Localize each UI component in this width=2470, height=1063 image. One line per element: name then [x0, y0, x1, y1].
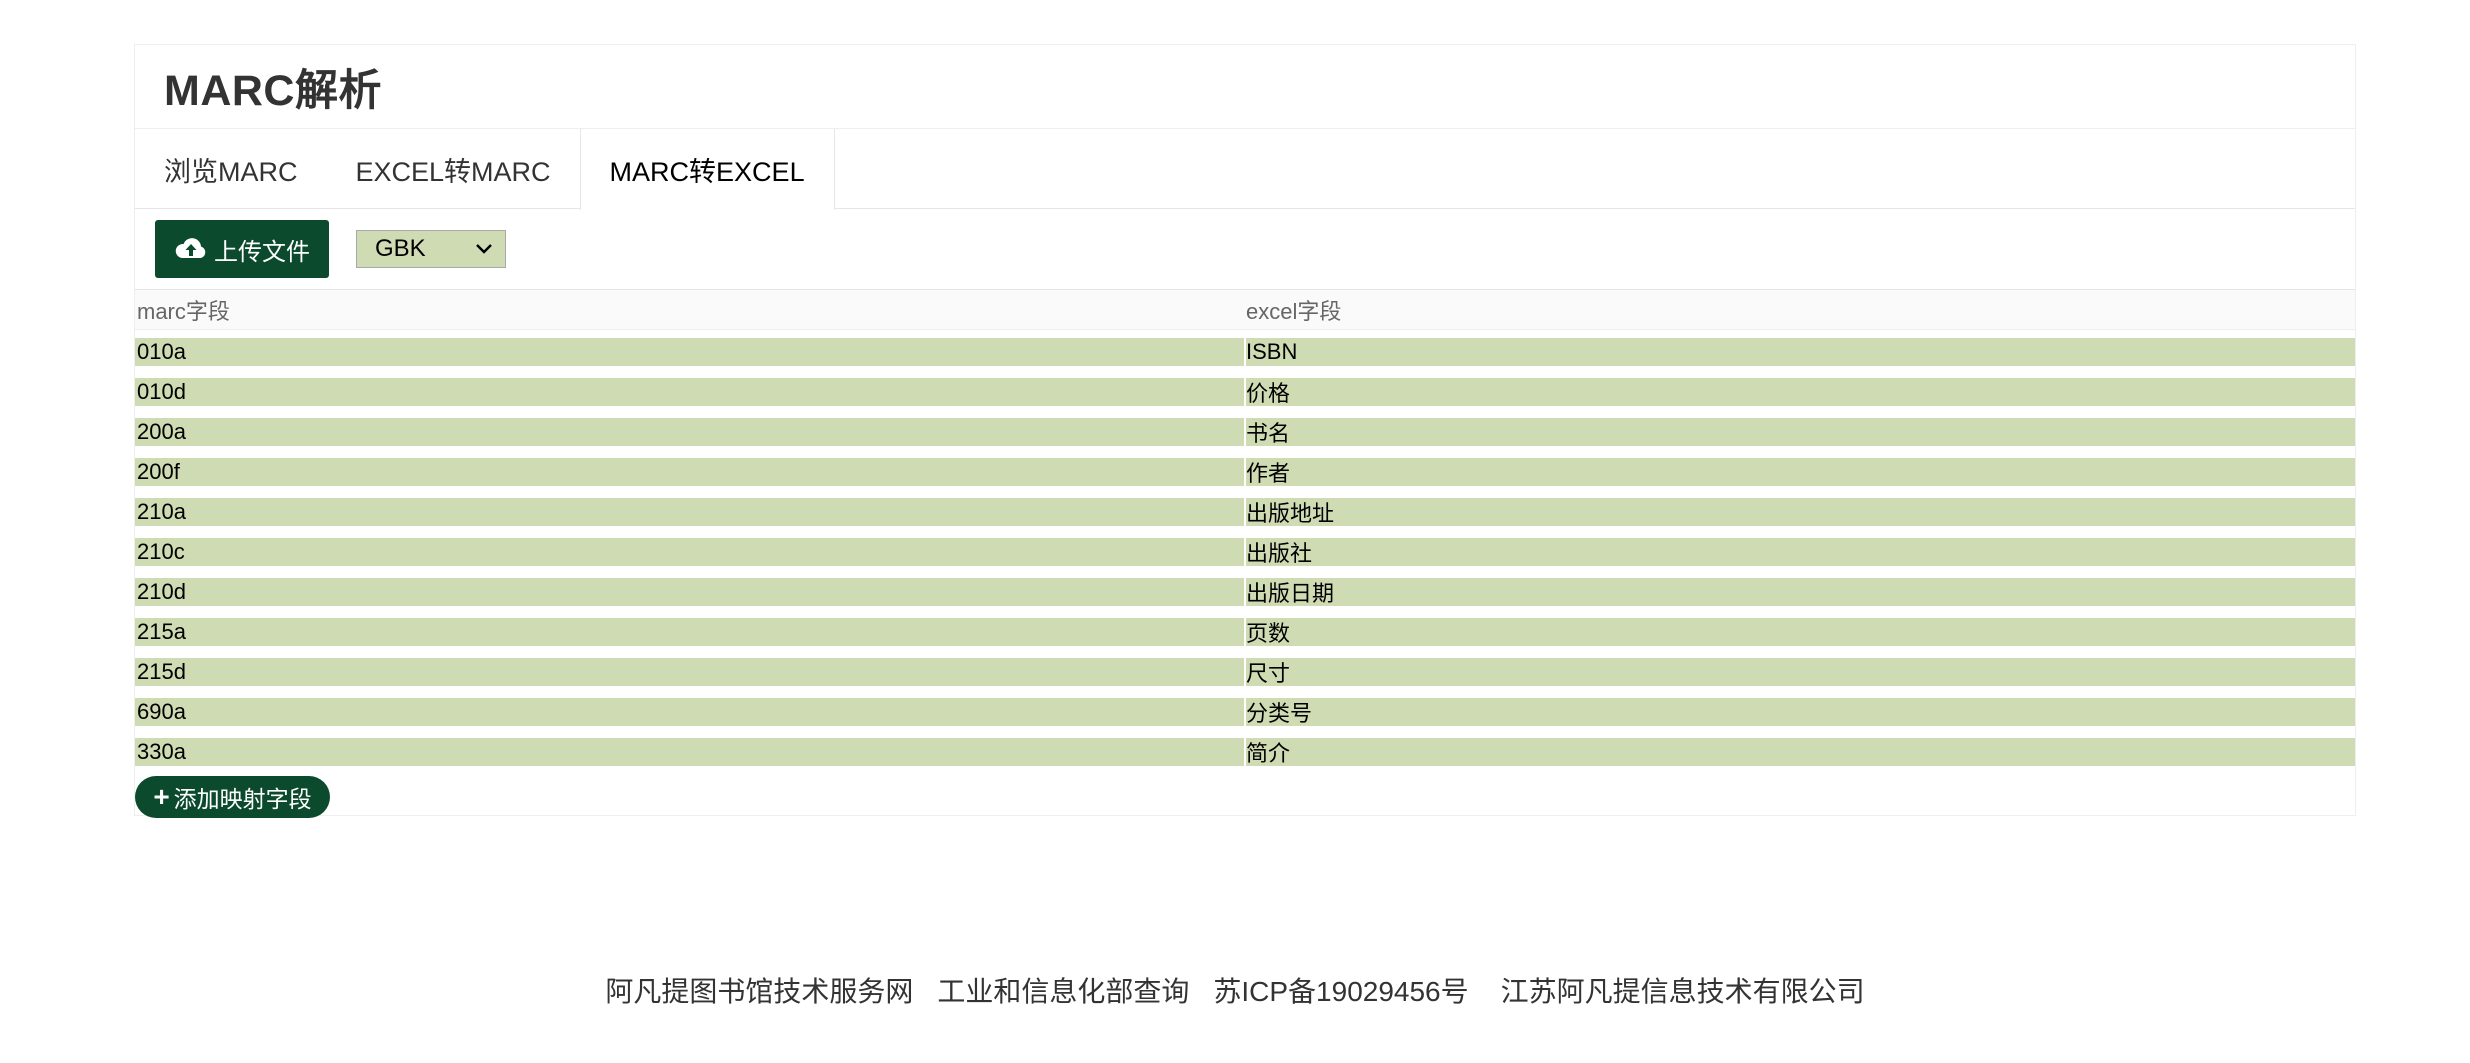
excel-field-input[interactable]: 分类号	[1246, 698, 2355, 726]
marc-field-input[interactable]: 200a	[135, 418, 1244, 446]
marc-field-input[interactable]: 010a	[135, 338, 1244, 366]
tab-marc-to-excel[interactable]: MARC转EXCEL	[579, 129, 835, 210]
table-row: 210d 出版日期	[135, 572, 2355, 612]
table-row: 330a 简介	[135, 732, 2355, 772]
table-row: 690a 分类号	[135, 692, 2355, 732]
upload-file-label: 上传文件	[214, 238, 310, 266]
excel-field-input[interactable]: 作者	[1246, 458, 2355, 486]
marc-field-input[interactable]: 215a	[135, 618, 1244, 646]
cloud-upload-icon	[175, 238, 206, 258]
excel-field-input[interactable]: 书名	[1246, 418, 2355, 446]
marc-field-input[interactable]: 010d	[135, 378, 1244, 406]
marc-field-input[interactable]: 210a	[135, 498, 1244, 526]
marc-field-input[interactable]: 690a	[135, 698, 1244, 726]
excel-field-input[interactable]: 价格	[1246, 378, 2355, 406]
page-title: MARC解析	[164, 66, 382, 115]
add-mapping-label: 添加映射字段	[173, 786, 312, 812]
footer: 阿凡提图书馆技术服务网 工业和信息化部查询 苏ICP备19029456号 江苏阿…	[0, 970, 2470, 1010]
upload-file-button[interactable]: 上传文件	[155, 220, 329, 278]
panel-header: MARC解析	[135, 45, 2355, 129]
mapping-table-header: marc字段 excel字段	[135, 290, 2355, 330]
marc-field-input[interactable]: 210d	[135, 578, 1244, 606]
excel-field-input[interactable]: 出版日期	[1246, 578, 2355, 606]
tab-excel-to-marc[interactable]: EXCEL转MARC	[327, 129, 580, 209]
mapping-rows: 010a ISBN 010d 价格 200a 书名 200f 作者 210a 出…	[135, 330, 2355, 772]
excel-field-input[interactable]: ISBN	[1246, 338, 2355, 366]
table-row: 010d 价格	[135, 372, 2355, 412]
table-row: 010a ISBN	[135, 332, 2355, 372]
marc-field-input[interactable]: 200f	[135, 458, 1244, 486]
table-row: 210a 出版地址	[135, 492, 2355, 532]
chevron-down-icon	[476, 244, 492, 254]
tab-browse-marc[interactable]: 浏览MARC	[135, 129, 327, 209]
excel-field-input[interactable]: 尺寸	[1246, 658, 2355, 686]
marc-parser-panel: MARC解析 浏览MARC EXCEL转MARC MARC转EXCEL 上传文件…	[134, 44, 2356, 818]
table-row: 210c 出版社	[135, 532, 2355, 572]
excel-field-input[interactable]: 出版社	[1246, 538, 2355, 566]
table-row: 215a 页数	[135, 612, 2355, 652]
footer-link-miit-query[interactable]: 工业和信息化部查询	[937, 970, 1189, 1010]
excel-field-input[interactable]: 出版地址	[1246, 498, 2355, 526]
plus-icon: +	[153, 781, 170, 812]
encoding-select[interactable]: GBK	[356, 230, 506, 268]
marc-field-input[interactable]: 215d	[135, 658, 1244, 686]
table-row: 200f 作者	[135, 452, 2355, 492]
tab-bar: 浏览MARC EXCEL转MARC MARC转EXCEL	[135, 129, 2355, 210]
encoding-selected-value: GBK	[375, 235, 426, 262]
excel-field-input[interactable]: 简介	[1246, 738, 2355, 766]
marc-field-input[interactable]: 210c	[135, 538, 1244, 566]
add-mapping-button[interactable]: + 添加映射字段	[135, 776, 330, 818]
footer-link-icp-number[interactable]: 苏ICP备19029456号	[1213, 970, 1468, 1010]
footer-link-service-site[interactable]: 阿凡提图书馆技术服务网	[605, 970, 913, 1010]
table-row: 200a 书名	[135, 412, 2355, 452]
column-header-excel: excel字段	[1246, 298, 1342, 324]
excel-field-input[interactable]: 页数	[1246, 618, 2355, 646]
toolbar: 上传文件 GBK	[135, 209, 2355, 290]
footer-link-company[interactable]: 江苏阿凡提信息技术有限公司	[1501, 970, 1865, 1010]
marc-field-input[interactable]: 330a	[135, 738, 1244, 766]
column-header-marc: marc字段	[137, 298, 230, 324]
table-row: 215d 尺寸	[135, 652, 2355, 692]
